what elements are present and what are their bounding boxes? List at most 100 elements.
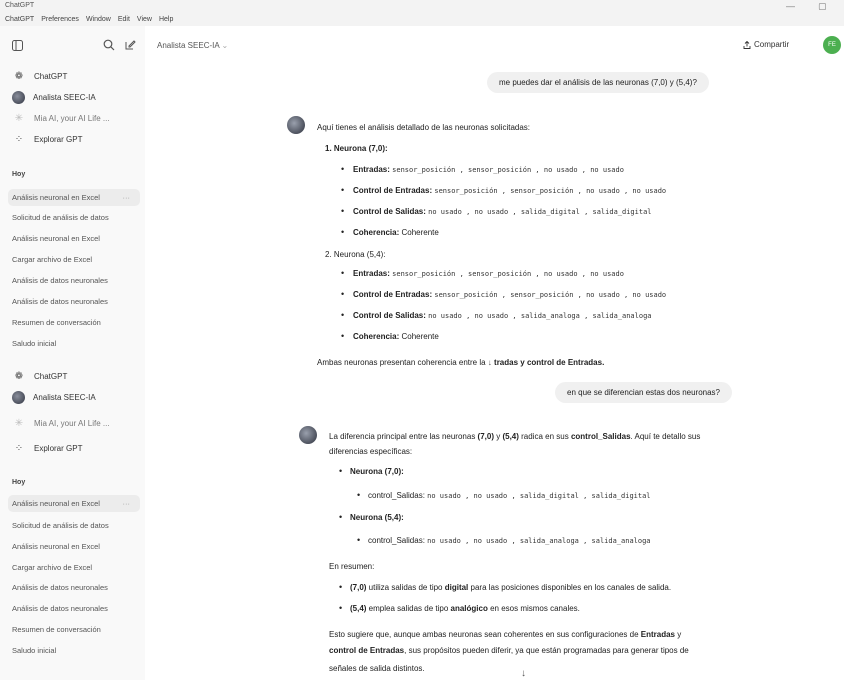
scroll-down-icon[interactable]: ↓ (488, 358, 492, 367)
sidebar-item-analista[interactable]: Analista SEEC-IA (8, 87, 140, 107)
history-item[interactable]: Análisis de datos neuronales (12, 604, 108, 613)
sidebar-item-explorar[interactable]: ⁘ Explorar GPT (8, 438, 140, 458)
openai-logo-icon: ❁ (14, 370, 24, 382)
history-item[interactable]: Resumen de conversación (12, 625, 101, 634)
text-part: (7,0) (350, 583, 367, 592)
search-icon[interactable] (103, 39, 115, 54)
text-part: radica en sus (518, 432, 571, 441)
sidebar-item-label: ChatGPT (34, 371, 68, 381)
mia-ai-icon: ✳ (14, 417, 24, 429)
menu-help[interactable]: Help (159, 16, 173, 23)
model-selector[interactable]: Analista SEEC-IA ⌄ (157, 41, 228, 50)
list-item: Control de Entradas: sensor_posición , s… (353, 290, 666, 299)
sidebar-item-mia-ai[interactable]: ✳ Mia AI, your AI Life ... (8, 108, 140, 128)
history-item[interactable]: Análisis neuronal en Excel (12, 542, 100, 551)
sidebar-item-label: Analista SEEC-IA (33, 392, 96, 402)
user-message: me puedes dar el análisis de las neurona… (487, 72, 709, 93)
history-item[interactable]: Análisis neuronal en Excel ··· (8, 495, 140, 512)
assistant-avatar (287, 116, 305, 134)
history-item[interactable]: Resumen de conversación (12, 318, 101, 327)
history-item[interactable]: Solicitud de análisis de datos (12, 213, 109, 222)
new-chat-icon[interactable] (124, 39, 136, 54)
list-item: Control de Salidas: no usado , no usado … (353, 311, 652, 320)
sidebar-item-label: Analista SEEC-IA (33, 92, 96, 102)
sidebar-item-label: Explorar GPT (34, 134, 83, 144)
scroll-down-icon[interactable]: ↓ (521, 668, 526, 679)
sidebar-item-analista[interactable]: Analista SEEC-IA (8, 387, 140, 407)
assistant-text: La diferencia principal entre las neuron… (329, 432, 700, 441)
history-item[interactable]: Cargar archivo de Excel (12, 255, 92, 264)
field-label: Entradas: (353, 165, 390, 174)
list-item: control_Salidas: no usado , no usado , s… (368, 491, 651, 500)
grid-icon: ⁘ (14, 133, 24, 145)
menu-edit[interactable]: Edit (118, 16, 130, 23)
user-message: en que se diferencian estas dos neuronas… (555, 382, 732, 403)
code-value: no usado , no usado , salida_digital , s… (427, 492, 651, 500)
code-value: sensor_posición , sensor_posición , no u… (434, 187, 667, 195)
assistant-text: Esto sugiere que, aunque ambas neuronas … (329, 630, 681, 639)
history-item[interactable]: Saludo inicial (12, 339, 56, 348)
history-item[interactable]: Solicitud de análisis de datos (12, 521, 109, 530)
history-section-title: Hoy (12, 479, 26, 486)
code-value: sensor_posición , sensor_posición , no u… (434, 291, 667, 299)
text-part: Esto sugiere que, aunque ambas neuronas … (329, 630, 641, 639)
text-part: digital (444, 583, 469, 592)
history-item[interactable]: Saludo inicial (12, 646, 56, 655)
text-part: control de Entradas (329, 646, 405, 655)
sidebar-item-explorar[interactable]: ⁘ Explorar GPT (8, 129, 140, 149)
text-part: emplea salidas de tipo (366, 604, 451, 613)
more-options-icon[interactable]: ··· (123, 193, 131, 202)
sidebar-item-label: Mia AI, your AI Life ... (34, 113, 110, 123)
history-item[interactable]: Análisis de datos neuronales (12, 583, 108, 592)
chat-header: Analista SEEC-IA ⌄ Compartir FE (145, 26, 844, 66)
bullet: • (341, 310, 345, 320)
restore-button[interactable]: ▢ (818, 1, 827, 12)
field-label: Control de Entradas: (353, 186, 433, 195)
gpt-avatar (12, 390, 25, 404)
text-part: . Aquí te detallo sus (630, 432, 701, 441)
menu-chatgpt[interactable]: ChatGPT (5, 16, 34, 23)
minimize-button[interactable]: — (786, 1, 795, 11)
more-options-icon[interactable]: ··· (123, 499, 131, 508)
sidebar-item-mia-ai[interactable]: ✳ Mia AI, your AI Life ... (8, 413, 140, 433)
sidebar-item-chatgpt[interactable]: ❁ ChatGPT (8, 66, 140, 86)
history-item[interactable]: Análisis de datos neuronales (12, 297, 108, 306)
bullet: • (339, 466, 343, 476)
list-item: Control de Entradas: sensor_posición , s… (353, 186, 666, 195)
list-item: Entradas: sensor_posición , sensor_posic… (353, 165, 624, 174)
field-label: Entradas: (353, 269, 390, 278)
list-item: Coherencia: Coherente (353, 228, 439, 237)
neuron-heading: 1. Neurona (7,0): (325, 144, 388, 153)
text-part: control_Salidas (570, 432, 631, 441)
mia-ai-icon: ✳ (14, 112, 24, 124)
bullet: • (341, 164, 345, 174)
history-item[interactable]: Análisis neuronal en Excel ··· (8, 189, 140, 206)
sidebar: ❁ ChatGPT Analista SEEC-IA ✳ Mia AI, you… (0, 26, 145, 680)
history-item[interactable]: Cargar archivo de Excel (12, 563, 92, 572)
list-item: control_Salidas: no usado , no usado , s… (368, 536, 651, 545)
menu-window[interactable]: Window (86, 16, 111, 23)
user-avatar[interactable]: FE (823, 36, 841, 54)
sidebar-toggle-icon[interactable] (12, 40, 23, 54)
assistant-text: diferencias específicas: (329, 447, 413, 456)
menu-view[interactable]: View (137, 16, 152, 23)
field-label: control_Salidas: (368, 536, 425, 545)
grid-icon: ⁘ (14, 442, 24, 454)
sidebar-item-chatgpt[interactable]: ❁ ChatGPT (8, 366, 140, 386)
share-button[interactable]: Compartir (743, 40, 789, 49)
model-name: Analista SEEC-IA (157, 41, 220, 50)
neuron-heading: 2. Neurona (5,4): (325, 250, 386, 259)
menu-preferences[interactable]: Preferences (41, 16, 79, 23)
assistant-text: Ambas neuronas presentan coherencia entr… (317, 358, 604, 367)
history-item[interactable]: Análisis neuronal en Excel (12, 234, 100, 243)
field-value: Coherente (401, 228, 439, 237)
chat-area: me puedes dar el análisis de las neurona… (145, 66, 844, 680)
code-value: sensor_posición , sensor_posición , no u… (392, 270, 624, 278)
menu-bar: ChatGPT Preferences Window Edit View Hel… (0, 12, 844, 26)
bullet: • (339, 603, 343, 613)
history-item[interactable]: Análisis de datos neuronales (12, 276, 108, 285)
sidebar-item-label: Explorar GPT (34, 443, 83, 453)
assistant-text: señales de salida distintos. (329, 664, 425, 673)
bullet: • (357, 535, 361, 545)
sidebar-item-label: Mia AI, your AI Life ... (34, 418, 110, 428)
